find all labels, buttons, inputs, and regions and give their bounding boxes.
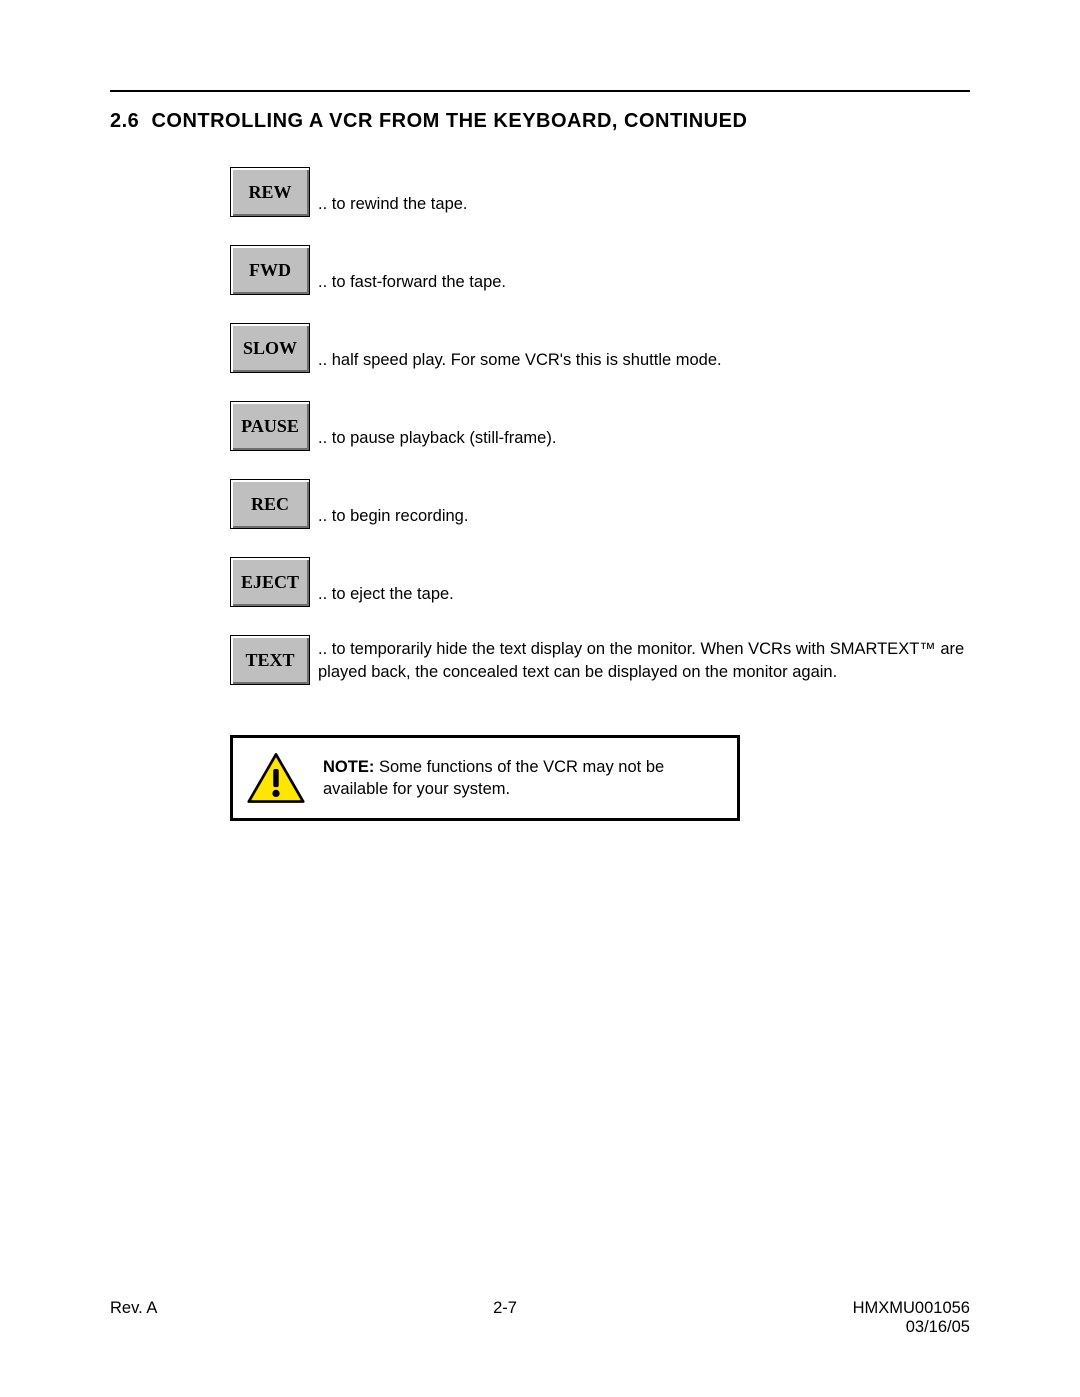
note-box: NOTE: Some functions of the VCR may not … [230, 735, 740, 821]
key-item-rec: REC .. to begin recording. [230, 479, 970, 529]
heading-number: 2.6 [110, 110, 139, 132]
key-item-rew: REW .. to rewind the tape. [230, 167, 970, 217]
keycap-fwd: FWD [230, 245, 310, 295]
heading-title: CONTROLLING A VCR FROM THE KEYBOARD, CON… [151, 110, 747, 132]
key-list: REW .. to rewind the tape. FWD .. to fas… [230, 167, 970, 685]
desc-fwd: .. to fast-forward the tape. [318, 271, 970, 295]
keycap-slow: SLOW [230, 323, 310, 373]
section-heading: 2.6 CONTROLLING A VCR FROM THE KEYBOARD,… [110, 110, 970, 133]
top-rule [110, 90, 970, 92]
warning-icon [247, 752, 305, 804]
desc-rew: .. to rewind the tape. [318, 193, 970, 217]
keycap-rew: REW [230, 167, 310, 217]
keycap-text: TEXT [230, 635, 310, 685]
key-item-eject: EJECT .. to eject the tape. [230, 557, 970, 607]
desc-eject: .. to eject the tape. [318, 583, 970, 607]
key-item-text: TEXT .. to temporarily hide the text dis… [230, 635, 970, 685]
keycap-eject: EJECT [230, 557, 310, 607]
key-item-pause: PAUSE .. to pause playback (still-frame)… [230, 401, 970, 451]
note-label: NOTE: [323, 758, 374, 776]
desc-slow: .. half speed play. For some VCR's this … [318, 349, 970, 373]
footer-rev: Rev. A [110, 1299, 157, 1318]
desc-text: .. to temporarily hide the text display … [318, 638, 970, 685]
footer-right: HMXMU001056 03/16/05 [853, 1299, 970, 1337]
footer-doc: HMXMU001056 [853, 1299, 970, 1318]
page-footer: Rev. A 2-7 HMXMU001056 03/16/05 [110, 1299, 970, 1337]
footer-date: 03/16/05 [853, 1318, 970, 1337]
desc-pause: .. to pause playback (still-frame). [318, 427, 970, 451]
note-body: Some functions of the VCR may not be ava… [323, 758, 664, 798]
footer-page: 2-7 [493, 1299, 517, 1318]
key-item-fwd: FWD .. to fast-forward the tape. [230, 245, 970, 295]
desc-rec: .. to begin recording. [318, 505, 970, 529]
note-text: NOTE: Some functions of the VCR may not … [323, 756, 719, 801]
page: 2.6 CONTROLLING A VCR FROM THE KEYBOARD,… [0, 0, 1080, 1397]
keycap-rec: REC [230, 479, 310, 529]
key-item-slow: SLOW .. half speed play. For some VCR's … [230, 323, 970, 373]
keycap-pause: PAUSE [230, 401, 310, 451]
